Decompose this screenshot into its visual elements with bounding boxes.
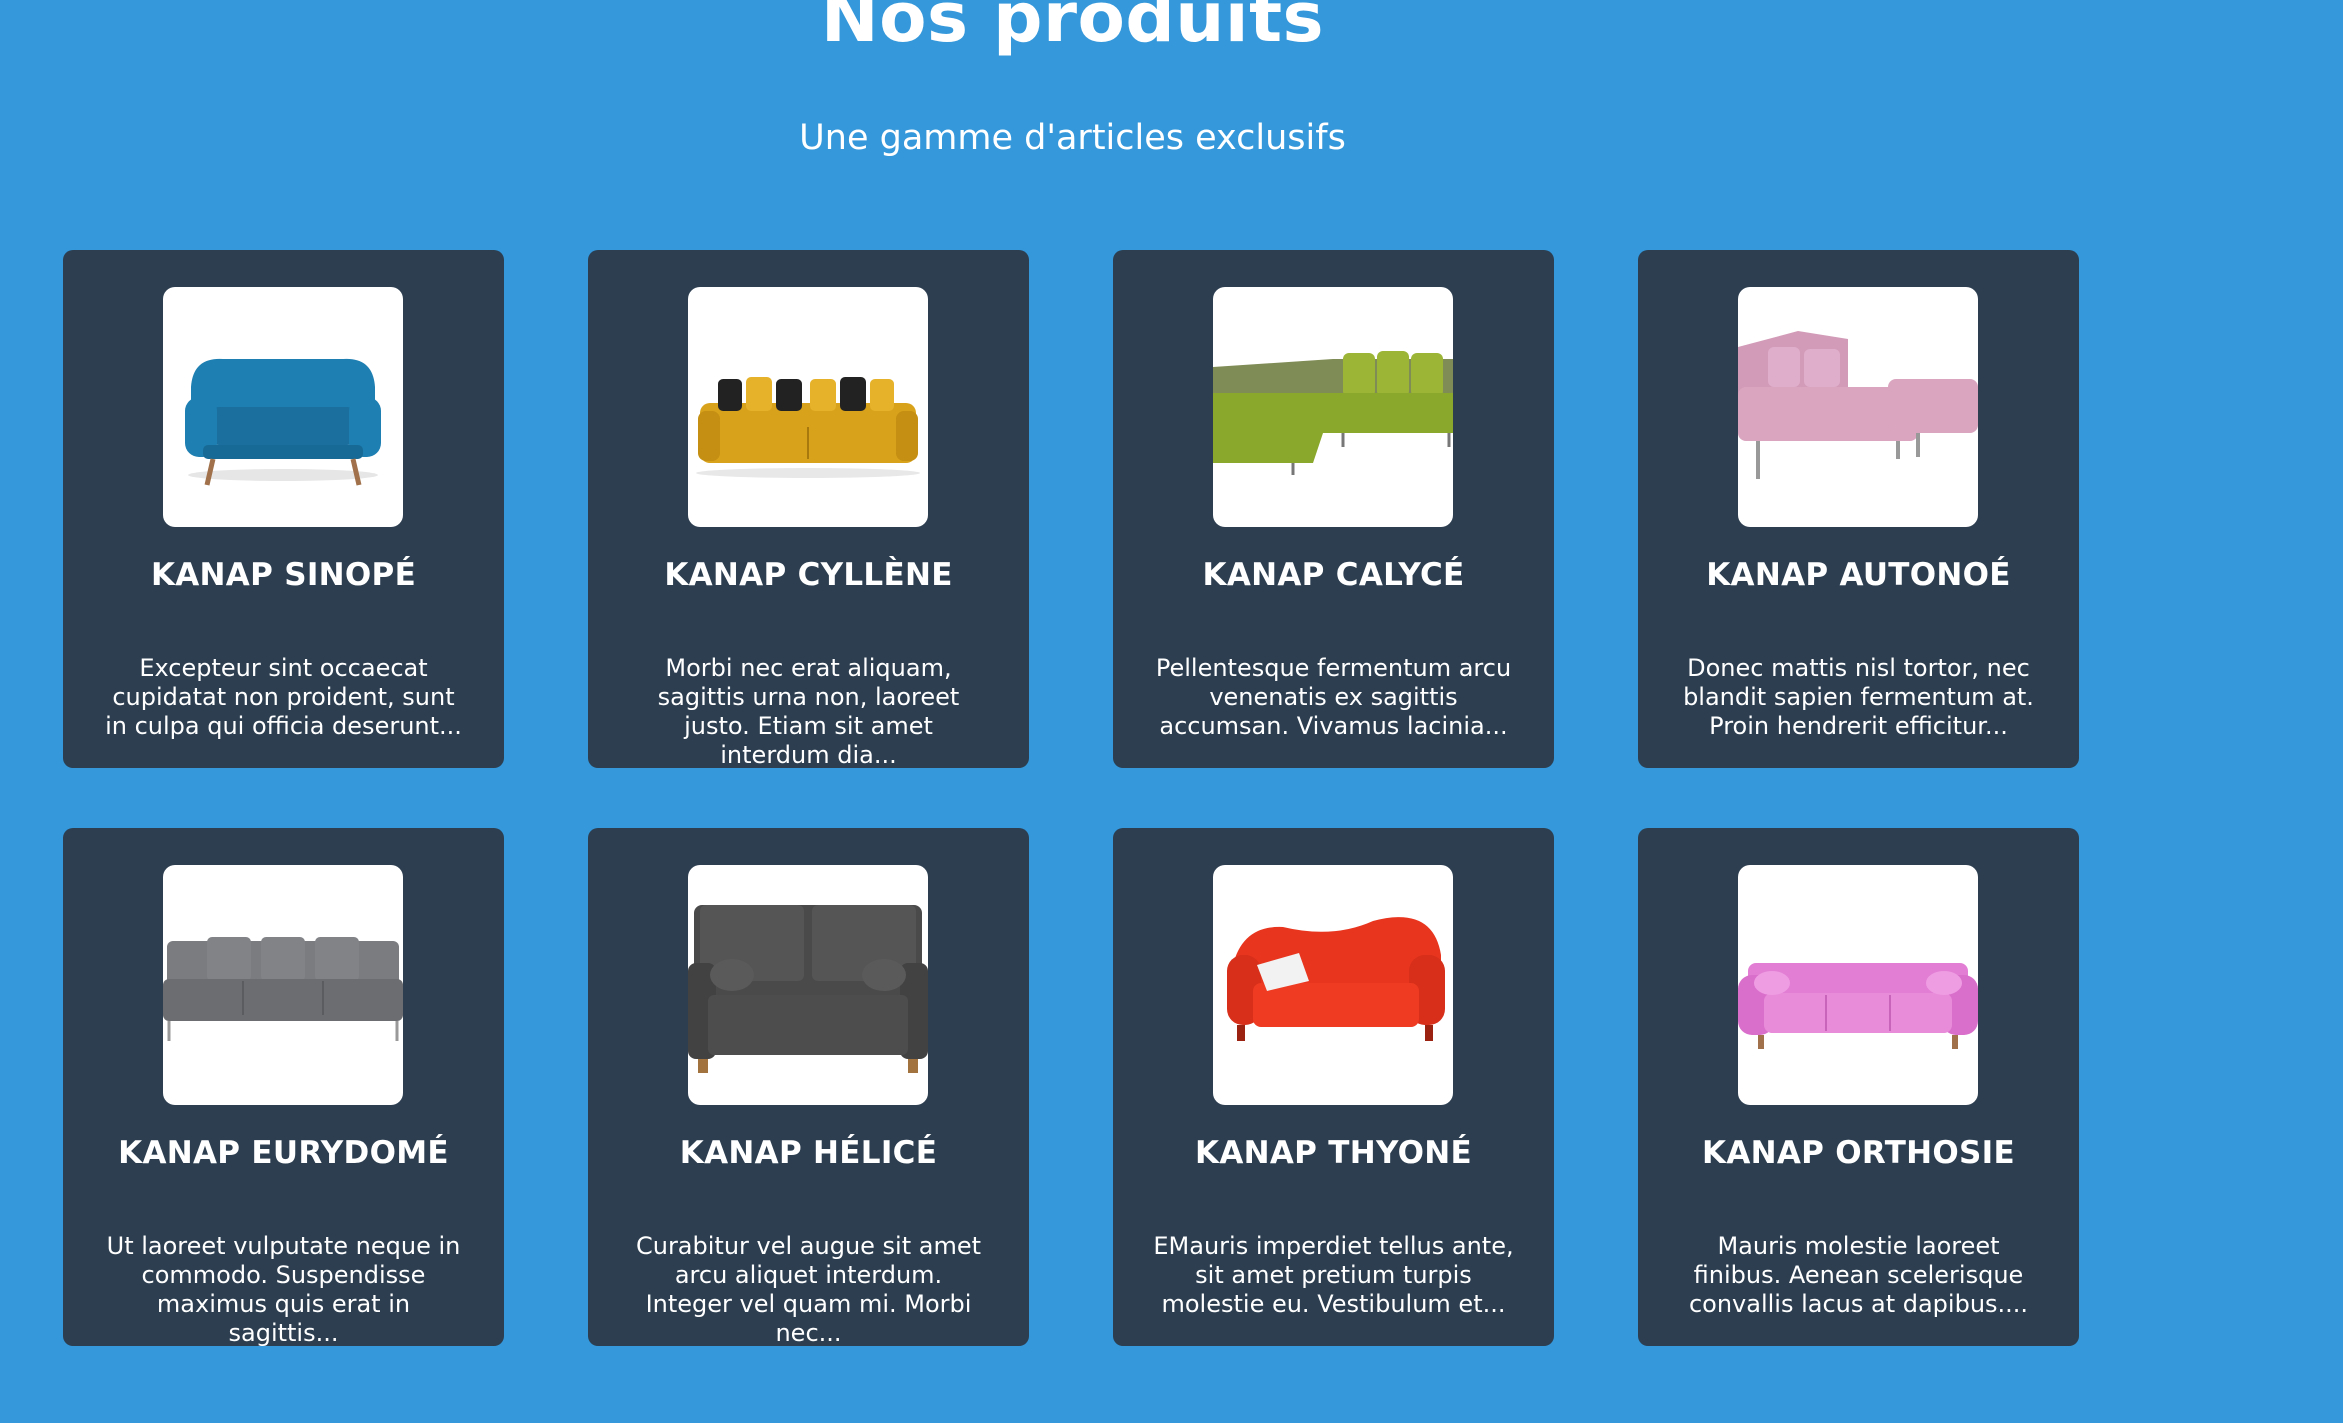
red-sofa-icon <box>1227 917 1445 1041</box>
product-image[interactable] <box>688 287 928 527</box>
product-name: KANAP EURYDOMÉ <box>118 1135 449 1171</box>
product-image[interactable] <box>1213 865 1453 1105</box>
product-image[interactable] <box>163 865 403 1105</box>
product-name: KANAP THYONÉ <box>1195 1135 1472 1171</box>
product-description: EMauris imperdiet tellus ante, sit amet … <box>1153 1232 1514 1318</box>
product-description: Excepteur sint occaecat cupidatat non pr… <box>105 654 462 740</box>
product-card[interactable]: KANAP ORTHOSIE Mauris molestie laoreet f… <box>1638 828 2079 1346</box>
product-description: Pellentesque fermentum arcu venenatis ex… <box>1155 654 1512 740</box>
product-description: Mauris molestie laoreet finibus. Aenean … <box>1688 1232 2029 1318</box>
product-card[interactable]: KANAP CYLLÈNE Morbi nec erat aliquam, sa… <box>588 250 1029 769</box>
dark-grey-sofa-icon <box>688 905 928 1073</box>
product-name: KANAP SINOPÉ <box>150 557 417 593</box>
page-subtitle: Une gamme d'articles exclusifs <box>799 118 1346 158</box>
page-title: Nos produits <box>820 0 1325 58</box>
product-description: Donec mattis nisl tortor, nec blandit sa… <box>1683 654 2034 740</box>
product-card[interactable]: KANAP THYONÉ EMauris imperdiet tellus an… <box>1113 828 1554 1346</box>
product-card[interactable]: KANAP HÉLICÉ Curabitur vel augue sit ame… <box>588 828 1029 1347</box>
green-corner-sofa-icon <box>1213 351 1453 475</box>
product-grid: KANAP SINOPÉ Excepteur sint occaecat cup… <box>63 250 2079 1347</box>
grey-three-seat-sofa-icon <box>163 937 403 1041</box>
pink-chaise-sofa-icon <box>1738 331 1978 479</box>
product-description: Curabitur vel augue sit amet arcu alique… <box>635 1232 982 1347</box>
product-card[interactable]: KANAP AUTONOÉ Donec mattis nisl tortor, … <box>1638 250 2079 768</box>
product-name: KANAP CYLLÈNE <box>664 557 953 593</box>
product-image[interactable] <box>688 865 928 1105</box>
product-name: KANAP CALYCÉ <box>1202 557 1465 593</box>
product-name: KANAP ORTHOSIE <box>1702 1135 2015 1171</box>
product-name: KANAP HÉLICÉ <box>679 1135 938 1171</box>
pink-chesterfield-sofa-icon <box>1738 963 1978 1049</box>
product-image[interactable] <box>163 287 403 527</box>
blue-armchair-sofa-icon <box>185 358 381 486</box>
product-image[interactable] <box>1738 287 1978 527</box>
product-image[interactable] <box>1213 287 1453 527</box>
yellow-sofa-icon <box>696 377 920 478</box>
product-image[interactable] <box>1738 865 1978 1105</box>
product-card[interactable]: KANAP SINOPÉ Excepteur sint occaecat cup… <box>63 250 504 768</box>
product-card[interactable]: KANAP EURYDOMÉ Ut laoreet vulputate nequ… <box>63 828 504 1347</box>
product-name: KANAP AUTONOÉ <box>1706 557 2011 593</box>
product-card[interactable]: KANAP CALYCÉ Pellentesque fermentum arcu… <box>1113 250 1554 768</box>
product-description: Morbi nec erat aliquam, sagittis urna no… <box>657 654 960 769</box>
product-description: Ut laoreet vulputate neque in commodo. S… <box>106 1232 461 1347</box>
